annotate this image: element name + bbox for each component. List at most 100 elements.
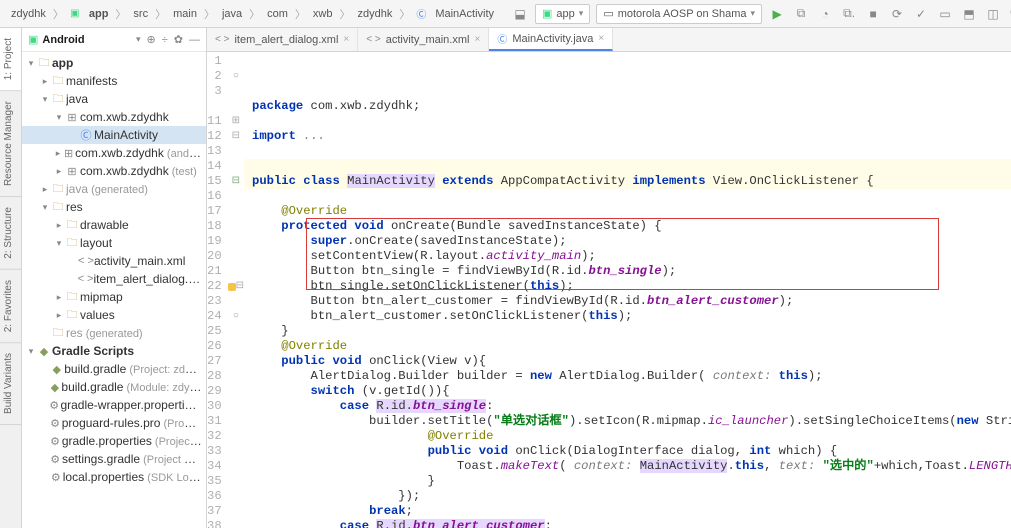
profile-icon[interactable]: ◔: [816, 5, 834, 23]
code-lines[interactable]: package com.xwb.zdydhk; import ... public …: [244, 52, 1011, 528]
tree-twistie[interactable]: ▸: [40, 76, 50, 87]
code-line[interactable]: btn_single.setOnClickListener(this);: [244, 279, 1011, 294]
breadcrumb-item[interactable]: com: [264, 7, 291, 21]
code-line[interactable]: [244, 144, 1011, 159]
tree-row[interactable]: ⒸMainActivity: [22, 126, 206, 144]
side-tab[interactable]: 2: Structure: [0, 197, 21, 270]
tree-row[interactable]: ▸🗀drawable: [22, 216, 206, 234]
code-line[interactable]: break;: [244, 504, 1011, 519]
breadcrumbs[interactable]: zdydhk〉▣app〉src〉main〉java〉com〉xwb〉zdydhk…: [0, 6, 505, 22]
tree-row[interactable]: ▸⊞com.xwb.zdydhk (test): [22, 162, 206, 180]
stop-icon[interactable]: ■: [864, 5, 882, 23]
editor-tab[interactable]: < >item_alert_dialog.xml×: [207, 28, 358, 51]
build-icon[interactable]: ⬓: [511, 5, 529, 23]
close-icon[interactable]: ×: [598, 33, 604, 44]
layout-inspector-icon[interactable]: ◫: [984, 5, 1002, 23]
code-line[interactable]: [244, 159, 1011, 174]
code-line[interactable]: super.onCreate(savedInstanceState);: [244, 234, 1011, 249]
tree-row[interactable]: ▾🗀layout: [22, 234, 206, 252]
close-icon[interactable]: ×: [474, 34, 480, 45]
code-line[interactable]: }: [244, 474, 1011, 489]
tree-row[interactable]: < >item_alert_dialog.xml: [22, 270, 206, 288]
tree-row[interactable]: 🗀res (generated): [22, 324, 206, 342]
breadcrumb-item[interactable]: main: [170, 7, 200, 21]
tree-row[interactable]: ▾◆Gradle Scripts: [22, 342, 206, 360]
breadcrumb-item[interactable]: xwb: [310, 7, 336, 21]
collapse-icon[interactable]: ÷: [162, 34, 168, 46]
code-line[interactable]: }: [244, 324, 1011, 339]
avd-icon[interactable]: ▭: [936, 5, 954, 23]
sdk-icon[interactable]: ⬒: [960, 5, 978, 23]
code-line[interactable]: public class MainActivity extends AppCom…: [244, 174, 1011, 189]
code-line[interactable]: Button btn_alert_customer = findViewById…: [244, 294, 1011, 309]
tree-twistie[interactable]: ▾: [40, 202, 50, 213]
code-line[interactable]: @Override: [244, 204, 1011, 219]
code-line[interactable]: switch (v.getId()){: [244, 384, 1011, 399]
code-line[interactable]: setContentView(R.layout.activity_main);: [244, 249, 1011, 264]
code-line[interactable]: case R.id.btn_single:: [244, 399, 1011, 414]
tree-row[interactable]: ▸🗀java (generated): [22, 180, 206, 198]
tree-row[interactable]: ⚙gradle.properties (Project Prope): [22, 432, 206, 450]
code-line[interactable]: @Override: [244, 339, 1011, 354]
breadcrumb-item[interactable]: zdydhk: [8, 7, 49, 21]
gear-icon[interactable]: ✿: [174, 33, 183, 46]
breadcrumb-item[interactable]: src: [130, 7, 151, 21]
editor-tab[interactable]: < >activity_main.xml×: [358, 28, 489, 51]
tree-row[interactable]: ◆build.gradle (Project: zdydhk): [22, 360, 206, 378]
code-line[interactable]: package com.xwb.zdydhk;: [244, 99, 1011, 114]
breadcrumb-item[interactable]: zdydhk: [354, 7, 395, 21]
side-tab[interactable]: 1: Project: [0, 28, 21, 91]
project-panel-header[interactable]: ▣ Android ▾ ⊕ ÷ ✿ —: [22, 28, 206, 52]
code-line[interactable]: btn_alert_customer.setOnClickListener(th…: [244, 309, 1011, 324]
code-line[interactable]: import ...: [244, 129, 1011, 144]
tree-twistie[interactable]: ▸: [54, 166, 64, 177]
code-line[interactable]: [244, 114, 1011, 129]
tree-twistie[interactable]: ▸: [40, 184, 50, 195]
tree-row[interactable]: ▾⊞com.xwb.zdydhk: [22, 108, 206, 126]
code-editor[interactable]: 1231112131415161718192021222324252627282…: [207, 52, 1011, 528]
project-tree[interactable]: ▾🗀app▸🗀manifests▾🗀java▾⊞com.xwb.zdydhk Ⓒ…: [22, 52, 206, 528]
gutter-marks[interactable]: ○⊞⊟⊟⊟○: [228, 52, 244, 528]
side-tab[interactable]: 2: Favorites: [0, 270, 21, 343]
tree-row[interactable]: ▸🗀manifests: [22, 72, 206, 90]
tree-row[interactable]: ⚙proguard-rules.pro (ProGuard R): [22, 414, 206, 432]
target-icon[interactable]: ⊕: [147, 33, 156, 46]
side-tab[interactable]: Resource Manager: [0, 91, 21, 197]
run-icon[interactable]: ▶: [768, 5, 786, 23]
tree-twistie[interactable]: ▾: [40, 94, 50, 105]
tree-row[interactable]: ▸🗀mipmap: [22, 288, 206, 306]
git-icon[interactable]: ✓: [912, 5, 930, 23]
code-line[interactable]: public void onClick(DialogInterface dial…: [244, 444, 1011, 459]
code-line[interactable]: protected void onCreate(Bundle savedInst…: [244, 219, 1011, 234]
tree-row[interactable]: < >activity_main.xml: [22, 252, 206, 270]
code-line[interactable]: [244, 189, 1011, 204]
tree-twistie[interactable]: ▾: [54, 238, 64, 249]
device-combo[interactable]: ▭ motorola AOSP on Shama ▾: [596, 4, 762, 24]
tree-row[interactable]: ⚙gradle-wrapper.properties (Gradle): [22, 396, 206, 414]
tree-row[interactable]: ▾🗀app: [22, 54, 206, 72]
breadcrumb-item[interactable]: java: [219, 7, 245, 21]
code-line[interactable]: AlertDialog.Builder builder = new AlertD…: [244, 369, 1011, 384]
tree-row[interactable]: ▾🗀res: [22, 198, 206, 216]
breadcrumb-item[interactable]: MainActivity: [432, 7, 497, 21]
code-line[interactable]: Button btn_single = findViewById(R.id.bt…: [244, 264, 1011, 279]
tree-twistie[interactable]: ▾: [26, 346, 36, 357]
tree-twistie[interactable]: ▸: [54, 148, 62, 159]
tree-twistie[interactable]: ▾: [54, 112, 64, 123]
code-line[interactable]: @Override: [244, 429, 1011, 444]
run-config-combo[interactable]: ▣ app ▾: [535, 4, 590, 24]
code-line[interactable]: Toast.makeText( context: MainActivity.th…: [244, 459, 1011, 474]
side-tab[interactable]: Build Variants: [0, 343, 21, 425]
editor-tab[interactable]: ⒸMainActivity.java×: [489, 28, 613, 51]
tree-twistie[interactable]: ▸: [54, 310, 64, 321]
sync-icon[interactable]: ⟳: [888, 5, 906, 23]
attach-icon[interactable]: ⧉.: [840, 5, 858, 23]
breadcrumb-item[interactable]: app: [86, 7, 112, 21]
tree-twistie[interactable]: ▸: [54, 220, 64, 231]
code-line[interactable]: case R.id.btn_alert_customer:: [244, 519, 1011, 528]
tree-row[interactable]: ◆build.gradle (Module: zdydhk.app): [22, 378, 206, 396]
tree-row[interactable]: ▸⊞com.xwb.zdydhk (androidTest): [22, 144, 206, 162]
debug-icon[interactable]: ⧉: [792, 5, 810, 23]
tree-row[interactable]: ⚙settings.gradle (Project Settings): [22, 450, 206, 468]
code-line[interactable]: builder.setTitle("单选对话框").setIcon(R.mipm…: [244, 414, 1011, 429]
